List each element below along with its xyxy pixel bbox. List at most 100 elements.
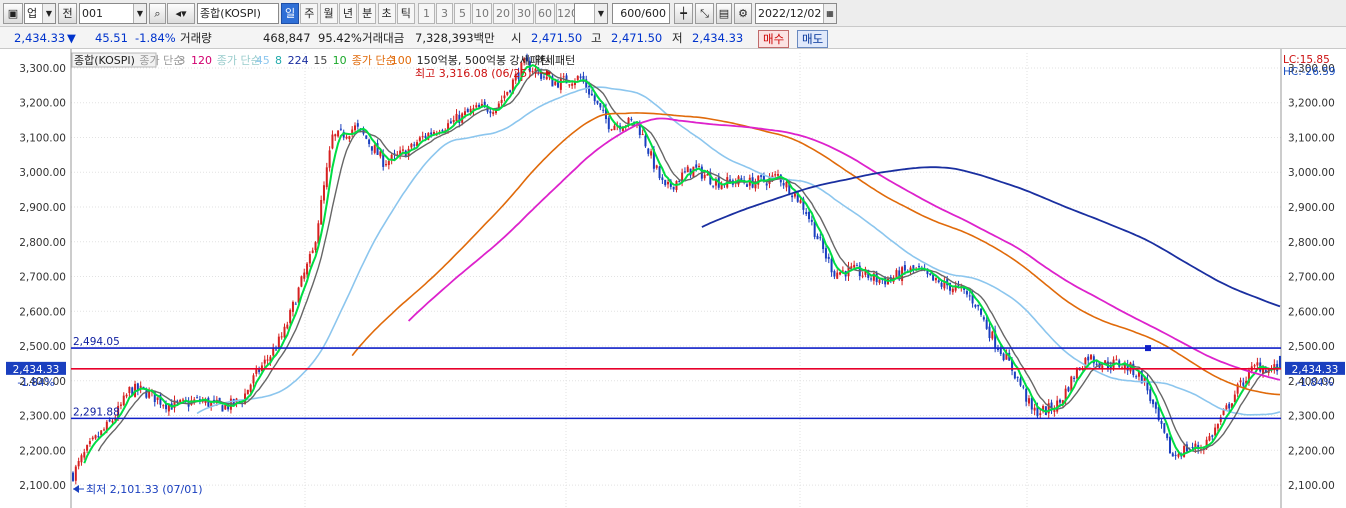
current-price: 2,434.33 <box>14 31 66 45</box>
tab-period-5[interactable]: 초 <box>377 3 396 24</box>
candle-body <box>1075 368 1078 379</box>
candle-body <box>870 278 873 280</box>
tab-period-6[interactable]: 틱 <box>396 3 415 24</box>
candle-body <box>385 164 388 166</box>
candle-body <box>1222 410 1225 416</box>
interval-button-20[interactable]: 20 <box>493 3 513 24</box>
speaker-icon[interactable]: ◂▾ <box>167 3 195 24</box>
candle-body <box>500 99 503 103</box>
candle-body <box>1027 398 1030 404</box>
candle-body <box>348 136 351 139</box>
y-tick-label-right: 3,100.00 <box>1288 132 1335 144</box>
y-tick-label-left: 2,100.00 <box>19 480 66 492</box>
candle-body <box>1233 394 1236 403</box>
candle-body <box>813 221 816 237</box>
candle-body <box>1174 454 1177 456</box>
chart-settings-icon[interactable]: ▣ <box>3 3 23 24</box>
candle-body <box>83 452 86 458</box>
candle-body <box>568 84 571 86</box>
legend-ma120: 120 <box>191 54 212 67</box>
interval-button-1[interactable]: 1 <box>418 3 435 24</box>
interval-button-10[interactable]: 10 <box>472 3 492 24</box>
candle-type-icon[interactable]: ┿ <box>674 3 693 24</box>
candle-body <box>542 76 545 78</box>
candle-body <box>311 250 314 253</box>
candle-body <box>903 265 906 271</box>
candle-body <box>503 95 506 99</box>
candle-body <box>1095 363 1098 365</box>
candle-body <box>805 212 808 214</box>
sell-button[interactable]: 매도 <box>797 30 829 48</box>
interval-button-3[interactable]: 3 <box>436 3 453 24</box>
legend-ma-long-label: 종가 단순 <box>352 54 396 67</box>
custom-interval-input[interactable]: ▼ <box>574 3 608 24</box>
change-arrow-icon: ▼ <box>67 31 76 45</box>
candle-body <box>91 437 94 440</box>
tool-icon[interactable]: ⤡ <box>695 3 714 24</box>
tab-period-0[interactable]: 일 <box>281 3 299 24</box>
candle-body <box>1019 378 1022 386</box>
candle-body <box>1256 362 1259 366</box>
candle-body <box>111 420 114 423</box>
prev-button[interactable]: 전 <box>58 3 77 24</box>
interval-button-60[interactable]: 60 <box>535 3 555 24</box>
interval-button-120[interactable]: 120 <box>556 3 578 24</box>
candle-body <box>683 171 686 173</box>
y-tick-label-right: 2,600.00 <box>1288 306 1335 318</box>
candle-body <box>982 317 985 320</box>
candle-body <box>337 130 340 137</box>
candle-body <box>610 129 613 131</box>
candle-body <box>878 279 881 283</box>
candle-body <box>562 76 565 78</box>
tab-period-2[interactable]: 월 <box>319 3 338 24</box>
tab-period-1[interactable]: 주 <box>300 3 319 24</box>
candle-body <box>181 399 184 401</box>
y-tick-label-left: 3,100.00 <box>19 132 66 144</box>
candle-body <box>1228 403 1231 409</box>
calendar-icon[interactable]: ▦ <box>823 4 836 23</box>
candle-body <box>647 148 650 154</box>
candle-body <box>280 336 283 338</box>
candle-body <box>839 272 842 275</box>
candle-body <box>1253 365 1256 367</box>
candle-body <box>596 100 599 104</box>
candle-body <box>122 395 125 406</box>
low-value: 2,434.33 <box>692 31 744 45</box>
name-value: 종합(KOSPI) <box>200 7 261 20</box>
candle-body <box>745 184 748 187</box>
candle-body <box>103 429 106 431</box>
high-annotation: 최고 3,316.08 (06/25) <box>415 67 532 80</box>
candle-body <box>1177 454 1180 457</box>
candle-body <box>221 405 224 412</box>
chevron-down-icon[interactable]: ▼ <box>133 4 146 23</box>
chevron-down-icon[interactable]: ▼ <box>42 4 55 23</box>
save-icon[interactable]: ▤ <box>716 3 732 24</box>
candle-body <box>988 326 991 339</box>
period-tabs: 일주월년분초틱 <box>281 3 416 24</box>
tab-period-3[interactable]: 년 <box>338 3 357 24</box>
tab-period-4[interactable]: 분 <box>358 3 377 24</box>
candle-body <box>339 128 342 130</box>
gear-icon[interactable]: ⚙ <box>734 3 752 24</box>
candle-body <box>354 125 356 131</box>
candle-body <box>1087 356 1090 361</box>
date-input[interactable]: 2022/12/02 ▦ <box>755 3 837 24</box>
interval-button-30[interactable]: 30 <box>514 3 534 24</box>
candle-body <box>263 359 266 364</box>
search-icon[interactable]: ⌕ <box>149 3 166 24</box>
candle-body <box>1090 354 1093 360</box>
high-label: 고 <box>591 31 602 45</box>
interval-button-5[interactable]: 5 <box>454 3 471 24</box>
y-tick-label-left: 2,600.00 <box>19 306 66 318</box>
candle-body <box>853 264 856 268</box>
count-field[interactable]: 600/600 <box>612 3 670 24</box>
candle-body <box>712 185 715 187</box>
price-chart[interactable]: 2,100.00 2,100.00 2,200.00 2,200.00 2,300.00… <box>0 49 1346 508</box>
candle-body <box>590 93 593 96</box>
type-select[interactable]: 업 ▼ <box>24 3 56 24</box>
candle-body <box>686 166 689 173</box>
chevron-down-icon[interactable]: ▼ <box>594 4 607 23</box>
code-input[interactable]: 001 ▼ <box>79 3 147 24</box>
buy-button[interactable]: 매수 <box>758 30 790 48</box>
candle-body <box>777 174 779 176</box>
